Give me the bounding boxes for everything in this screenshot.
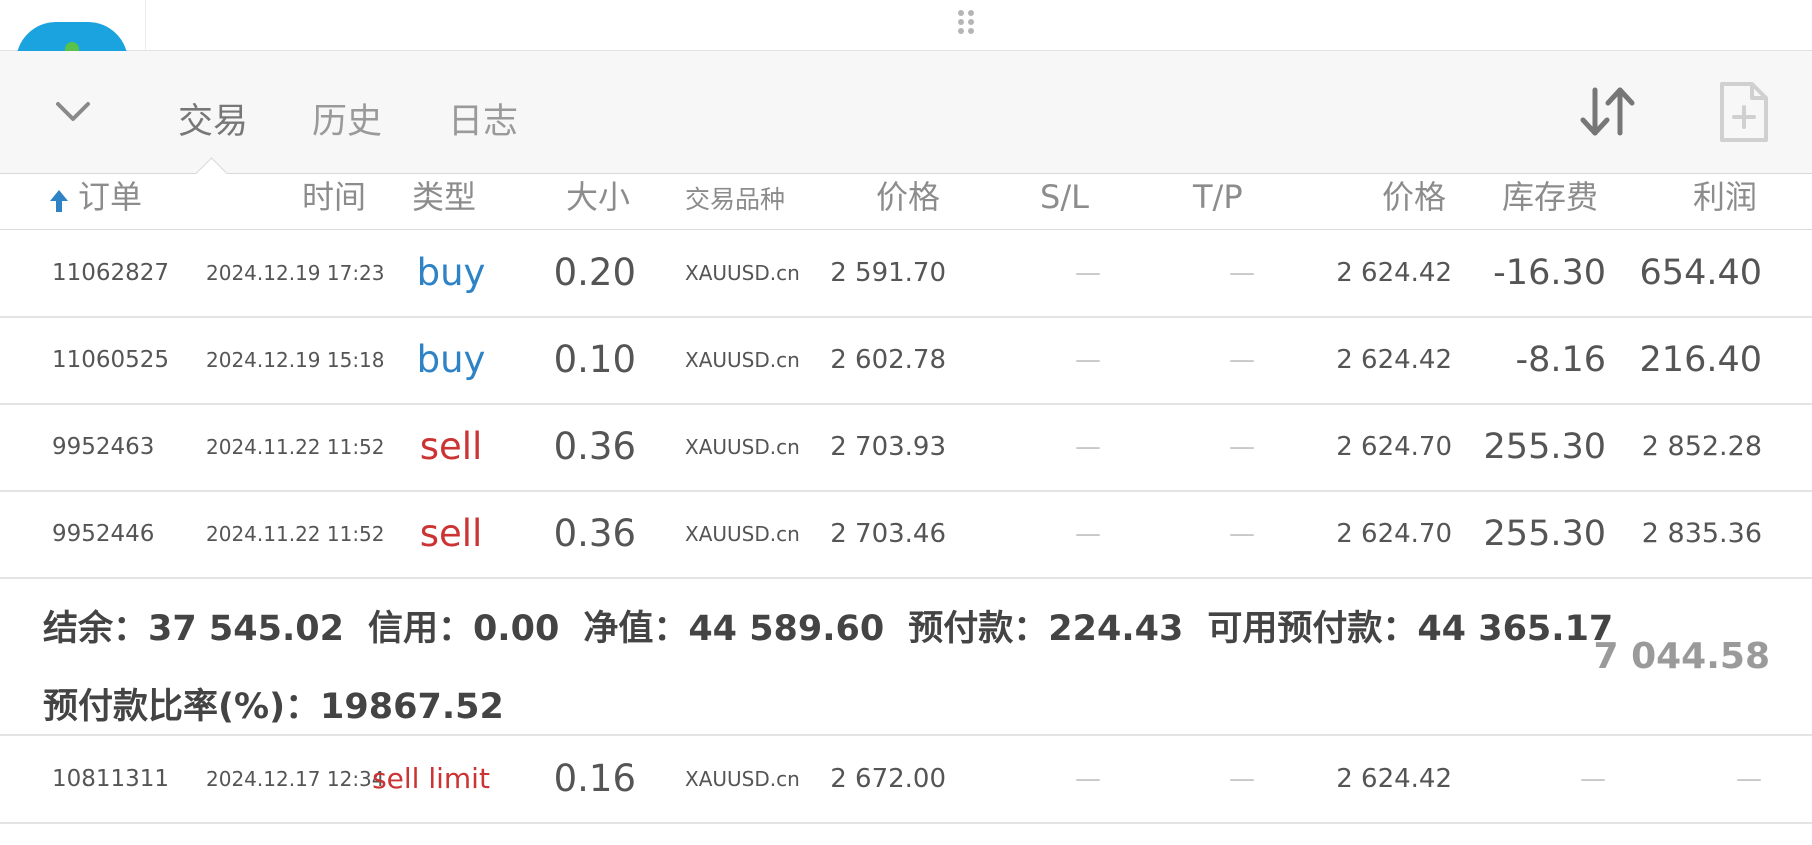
- open-price: 2 591.70: [830, 258, 946, 288]
- profit: 2 852.28: [1641, 431, 1762, 462]
- profit: —: [1736, 764, 1762, 794]
- open-price: 2 703.46: [830, 519, 946, 549]
- take-profit: —: [1229, 345, 1255, 375]
- stop-loss: —: [1075, 432, 1101, 462]
- header-current-price[interactable]: 价格: [1382, 174, 1446, 220]
- account-summary[interactable]: 结余：37 545.02 信用：0.00 净值：44 589.60 预付款：224.4…: [0, 578, 1812, 736]
- order-type: buy: [416, 338, 486, 381]
- current-price: 2 624.42: [1336, 764, 1452, 794]
- order-time: 2024.11.22 11:52: [206, 435, 385, 459]
- pending-order-row[interactable]: 10811311 2024.12.17 12:34 sell limit 0.1…: [0, 736, 1812, 824]
- table-row[interactable]: 9952463 2024.11.22 11:52 sell 0.36 XAUUS…: [0, 404, 1812, 492]
- table-header: 订单 时间 类型 大小 交易品种 价格 S/L T/P 价格 库存费 利润: [0, 174, 1812, 230]
- order-id: 9952463: [52, 434, 155, 460]
- header-symbol[interactable]: 交易品种: [685, 177, 785, 223]
- order-time: 2024.12.19 15:18: [206, 348, 385, 372]
- stop-loss: —: [1075, 345, 1101, 375]
- order-id: 10811311: [52, 766, 170, 792]
- drag-handle-icon[interactable]: [958, 10, 980, 42]
- table-row[interactable]: 11062827 2024.12.19 17:23 buy 0.20 XAUUS…: [0, 230, 1812, 318]
- current-price: 2 624.70: [1336, 432, 1452, 462]
- order-id: 11060525: [52, 347, 170, 373]
- header-order[interactable]: 订单: [78, 174, 142, 220]
- order-size: 0.10: [553, 338, 636, 381]
- order-size: 0.36: [553, 425, 636, 468]
- credit: 信用：0.00: [367, 609, 560, 649]
- header-time[interactable]: 时间: [302, 174, 366, 220]
- table-row[interactable]: 9952446 2024.11.22 11:52 sell 0.36 XAUUS…: [0, 491, 1812, 579]
- current-price: 2 624.42: [1336, 258, 1452, 288]
- tab-history[interactable]: 历史: [312, 93, 382, 144]
- header-sl[interactable]: S/L: [1040, 174, 1089, 220]
- stop-loss: —: [1075, 258, 1101, 288]
- profit: 654.40: [1639, 253, 1762, 293]
- margin: 预付款：224.43: [908, 609, 1184, 649]
- open-price: 2 672.00: [830, 764, 946, 794]
- profit: 2 835.36: [1641, 518, 1762, 549]
- tab-journal[interactable]: 日志: [448, 93, 518, 144]
- table-row[interactable]: 11060525 2024.12.19 15:18 buy 0.10 XAUUS…: [0, 317, 1812, 405]
- profit: 216.40: [1639, 340, 1762, 380]
- order-id: 11062827: [52, 260, 170, 286]
- header-price[interactable]: 价格: [876, 174, 940, 220]
- current-price: 2 624.42: [1336, 345, 1452, 375]
- new-document-icon[interactable]: [1718, 80, 1770, 144]
- order-type: sell: [419, 425, 483, 468]
- order-id: 9952446: [52, 521, 155, 547]
- order-type: sell limit: [372, 762, 490, 795]
- order-time: 2024.12.17 12:34: [206, 767, 385, 791]
- header-tp[interactable]: T/P: [1193, 174, 1243, 220]
- summary-line-2: 预付款比率(%)：19867.52: [43, 678, 504, 729]
- swap: -8.16: [1515, 340, 1606, 380]
- equity: 净值：44 589.60: [583, 609, 885, 649]
- order-time: 2024.12.19 17:23: [206, 261, 385, 285]
- divider: [145, 0, 146, 50]
- open-price: 2 602.78: [830, 345, 946, 375]
- arrow-up-icon: [48, 188, 70, 214]
- total-profit: 7 044.58: [1593, 636, 1770, 677]
- toolbar: [0, 51, 1812, 174]
- open-price: 2 703.93: [830, 432, 946, 462]
- header-type[interactable]: 类型: [412, 174, 476, 220]
- sort-arrows-icon[interactable]: [1578, 84, 1638, 140]
- stop-loss: —: [1075, 519, 1101, 549]
- order-type: buy: [416, 251, 486, 294]
- header-profit[interactable]: 利润: [1693, 174, 1757, 220]
- order-type: sell: [419, 512, 483, 555]
- swap: 255.30: [1483, 514, 1606, 554]
- order-time: 2024.11.22 11:52: [206, 522, 385, 546]
- stop-loss: —: [1075, 764, 1101, 794]
- swap: —: [1580, 764, 1606, 794]
- summary-line-1: 结余：37 545.02 信用：0.00 净值：44 589.60 预付款：224.4…: [43, 600, 1637, 651]
- margin-level: 预付款比率(%)：19867.52: [43, 687, 504, 727]
- order-size: 0.16: [553, 757, 636, 800]
- balance: 结余：37 545.02: [43, 609, 344, 649]
- take-profit: —: [1229, 519, 1255, 549]
- order-size: 0.20: [553, 251, 636, 294]
- free-margin: 可用预付款：44 365.17: [1207, 609, 1614, 649]
- current-price: 2 624.70: [1336, 519, 1452, 549]
- swap: -16.30: [1493, 253, 1606, 293]
- take-profit: —: [1229, 764, 1255, 794]
- take-profit: —: [1229, 258, 1255, 288]
- take-profit: —: [1229, 432, 1255, 462]
- header-size[interactable]: 大小: [566, 174, 630, 220]
- top-strip: [0, 0, 1812, 62]
- swap: 255.30: [1483, 427, 1606, 467]
- tab-trade[interactable]: 交易: [178, 93, 248, 144]
- header-swap[interactable]: 库存费: [1502, 174, 1598, 220]
- order-size: 0.36: [553, 512, 636, 555]
- chevron-down-icon[interactable]: [50, 90, 96, 136]
